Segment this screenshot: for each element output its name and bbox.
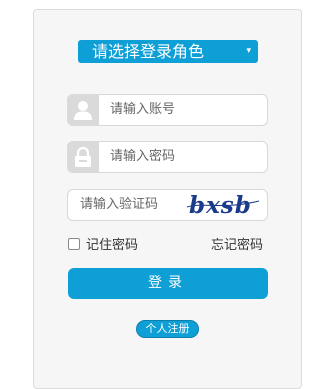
captcha-input[interactable]: 请输入验证码 [80, 190, 158, 220]
captcha-image[interactable]: bxsb [183, 190, 263, 220]
remember-password[interactable]: 记住密码 [68, 234, 138, 253]
role-select[interactable]: 请选择登录角色 ▾ [78, 40, 258, 63]
role-select-value: 请选择登录角色 [92, 42, 205, 61]
password-input[interactable]: 请输入密码 [110, 142, 175, 172]
remember-label: 记住密码 [86, 238, 139, 253]
account-field[interactable]: 请输入账号 [67, 94, 268, 126]
forgot-password-link[interactable]: 忘记密码 [211, 234, 263, 253]
account-input[interactable]: 请输入账号 [110, 95, 175, 125]
chevron-down-icon: ▾ [246, 46, 251, 56]
captcha-field[interactable]: 请输入验证码 bxsb [67, 189, 268, 221]
user-icon [67, 94, 99, 126]
remember-checkbox[interactable] [68, 237, 80, 250]
lock-icon [67, 141, 99, 173]
password-field[interactable]: 请输入密码 [67, 141, 268, 173]
login-button[interactable]: 登录 [68, 268, 268, 299]
register-button[interactable]: 个人注册 [136, 320, 199, 338]
